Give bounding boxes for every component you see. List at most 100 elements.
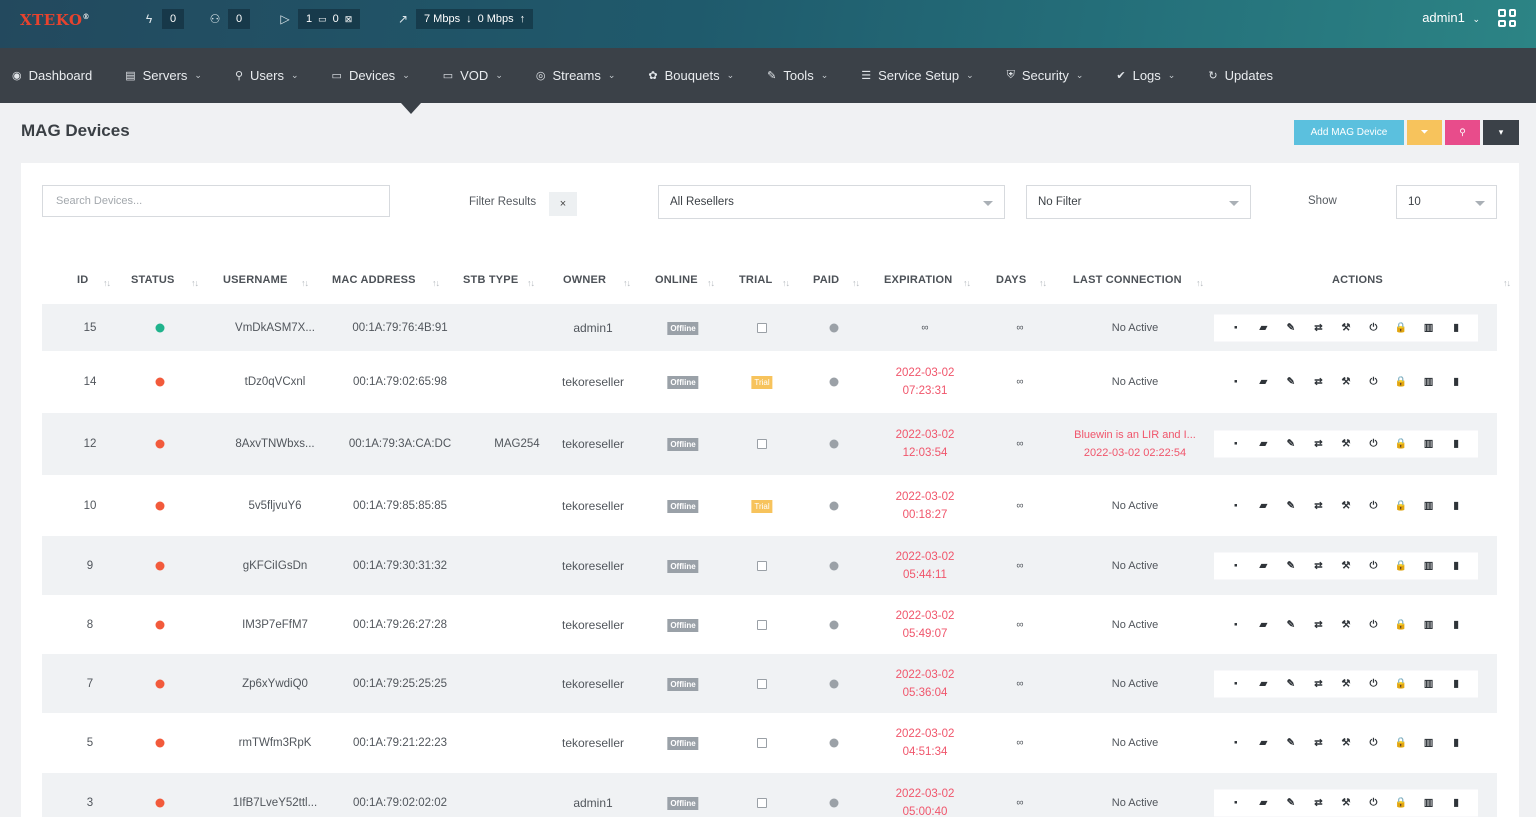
column-header-online[interactable]: ONLINE xyxy=(655,274,698,286)
convert-icon[interactable]: ⇄ xyxy=(1311,738,1325,749)
apps-grid-icon[interactable] xyxy=(1498,9,1516,27)
delete-icon[interactable]: ▮ xyxy=(1449,560,1463,571)
power-icon[interactable]: ⏻ xyxy=(1367,377,1381,388)
lock-icon[interactable]: 🔒 xyxy=(1394,798,1408,809)
lock-icon[interactable]: 🔒 xyxy=(1394,322,1408,333)
filter-button[interactable]: ⏷ xyxy=(1407,120,1442,145)
edit-icon[interactable]: ✎ xyxy=(1284,619,1298,630)
sort-icon[interactable]: ↑↓ xyxy=(103,278,111,288)
sort-icon[interactable]: ↑↓ xyxy=(963,278,971,288)
trial-checkbox[interactable] xyxy=(757,798,767,808)
message-icon[interactable]: ▰ xyxy=(1256,500,1270,511)
hammer-icon[interactable]: ⚒ xyxy=(1339,439,1353,450)
sort-icon[interactable]: ↑↓ xyxy=(1503,278,1511,288)
stats-icon[interactable]: ▥ xyxy=(1422,377,1436,388)
sort-icon[interactable]: ↑↓ xyxy=(1039,278,1047,288)
stats-icon[interactable]: ▥ xyxy=(1422,798,1436,809)
nav-item-vod[interactable]: ▭ VOD ⌄ xyxy=(443,68,503,83)
sort-icon[interactable]: ↑↓ xyxy=(707,278,715,288)
sort-icon[interactable]: ↑↓ xyxy=(782,278,790,288)
nav-item-bouquets[interactable]: ✿ Bouquets ⌄ xyxy=(648,68,734,83)
info-icon[interactable]: ▪ xyxy=(1229,738,1243,749)
lock-icon[interactable]: 🔒 xyxy=(1394,738,1408,749)
delete-icon[interactable]: ▮ xyxy=(1449,678,1463,689)
power-icon[interactable]: ⏻ xyxy=(1367,738,1381,749)
edit-icon[interactable]: ✎ xyxy=(1284,560,1298,571)
message-icon[interactable]: ▰ xyxy=(1256,377,1270,388)
power-icon[interactable]: ⏻ xyxy=(1367,560,1381,571)
trial-checkbox[interactable] xyxy=(757,678,767,689)
edit-icon[interactable]: ✎ xyxy=(1284,738,1298,749)
lock-icon[interactable]: 🔒 xyxy=(1394,500,1408,511)
trial-checkbox[interactable] xyxy=(757,322,767,333)
column-header-days[interactable]: DAYS xyxy=(996,274,1026,286)
convert-icon[interactable]: ⇄ xyxy=(1311,322,1325,333)
stats-icon[interactable]: ▥ xyxy=(1422,560,1436,571)
power-icon[interactable]: ⏻ xyxy=(1367,619,1381,630)
power-icon[interactable]: ⏻ xyxy=(1367,500,1381,511)
delete-icon[interactable]: ▮ xyxy=(1449,619,1463,630)
info-icon[interactable]: ▪ xyxy=(1229,678,1243,689)
hammer-icon[interactable]: ⚒ xyxy=(1339,798,1353,809)
power-icon[interactable]: ⏻ xyxy=(1367,798,1381,809)
hammer-icon[interactable]: ⚒ xyxy=(1339,377,1353,388)
edit-icon[interactable]: ✎ xyxy=(1284,678,1298,689)
sort-icon[interactable]: ↑↓ xyxy=(852,278,860,288)
edit-icon[interactable]: ✎ xyxy=(1284,322,1298,333)
username[interactable]: 5v5fljvuY6 xyxy=(248,500,301,512)
hammer-icon[interactable]: ⚒ xyxy=(1339,560,1353,571)
message-icon[interactable]: ▰ xyxy=(1256,798,1270,809)
convert-icon[interactable]: ⇄ xyxy=(1311,500,1325,511)
info-icon[interactable]: ▪ xyxy=(1229,560,1243,571)
column-header-trial[interactable]: TRIAL xyxy=(739,274,772,286)
column-header-mac-address[interactable]: MAC ADDRESS xyxy=(332,274,416,286)
info-icon[interactable]: ▪ xyxy=(1229,439,1243,450)
lock-icon[interactable]: 🔒 xyxy=(1394,619,1408,630)
convert-icon[interactable]: ⇄ xyxy=(1311,439,1325,450)
column-header-owner[interactable]: OWNER xyxy=(563,274,606,286)
power-icon[interactable]: ⏻ xyxy=(1367,439,1381,450)
nav-item-dashboard[interactable]: ◉ Dashboard xyxy=(12,68,92,83)
message-icon[interactable]: ▰ xyxy=(1256,439,1270,450)
edit-icon[interactable]: ✎ xyxy=(1284,500,1298,511)
edit-icon[interactable]: ✎ xyxy=(1284,377,1298,388)
stats-icon[interactable]: ▥ xyxy=(1422,322,1436,333)
username[interactable]: 1IfB7LveY52ttl... xyxy=(233,797,317,809)
info-icon[interactable]: ▪ xyxy=(1229,377,1243,388)
column-header-id[interactable]: ID xyxy=(77,274,88,286)
username[interactable]: tDz0qVCxnl xyxy=(245,376,306,388)
stats-icon[interactable]: ▥ xyxy=(1422,678,1436,689)
stats-icon[interactable]: ▥ xyxy=(1422,439,1436,450)
nav-item-tools[interactable]: ✎ Tools ⌄ xyxy=(767,68,828,83)
lock-icon[interactable]: 🔒 xyxy=(1394,377,1408,388)
add-mag-device-button[interactable]: Add MAG Device xyxy=(1294,120,1404,145)
hammer-icon[interactable]: ⚒ xyxy=(1339,678,1353,689)
username[interactable]: Zp6xYwdiQ0 xyxy=(242,678,308,690)
column-header-paid[interactable]: PAID xyxy=(813,274,839,286)
trial-checkbox[interactable] xyxy=(757,560,767,571)
username[interactable]: VmDkASM7X... xyxy=(235,322,315,334)
nav-item-users[interactable]: ⚲ Users ⌄ xyxy=(235,68,299,83)
message-icon[interactable]: ▰ xyxy=(1256,560,1270,571)
sort-icon[interactable]: ↑↓ xyxy=(191,278,199,288)
username[interactable]: IM3P7eFfM7 xyxy=(242,619,308,631)
status-filter-select[interactable]: No Filter xyxy=(1026,185,1251,219)
hammer-icon[interactable]: ⚒ xyxy=(1339,322,1353,333)
nav-item-logs[interactable]: ✔ Logs ⌄ xyxy=(1116,68,1175,83)
clear-filter-button[interactable]: × xyxy=(549,192,577,216)
sort-icon[interactable]: ↑↓ xyxy=(301,278,309,288)
search-button[interactable]: ⚲ xyxy=(1445,120,1480,145)
more-options-button[interactable]: ▾ xyxy=(1483,120,1519,145)
nav-item-devices[interactable]: ▭ Devices ⌄ xyxy=(332,68,410,83)
users-stat[interactable]: ⚇ 0 xyxy=(208,8,251,30)
lock-icon[interactable]: 🔒 xyxy=(1394,678,1408,689)
nav-item-updates[interactable]: ↻ Updates xyxy=(1208,68,1273,83)
convert-icon[interactable]: ⇄ xyxy=(1311,678,1325,689)
column-header-status[interactable]: STATUS xyxy=(131,274,175,286)
convert-icon[interactable]: ⇄ xyxy=(1311,798,1325,809)
sort-icon[interactable]: ↑↓ xyxy=(1196,278,1204,288)
delete-icon[interactable]: ▮ xyxy=(1449,798,1463,809)
column-header-stb-type[interactable]: STB TYPE xyxy=(463,274,518,286)
info-icon[interactable]: ▪ xyxy=(1229,500,1243,511)
nav-item-streams[interactable]: ◎ Streams ⌄ xyxy=(536,68,616,83)
